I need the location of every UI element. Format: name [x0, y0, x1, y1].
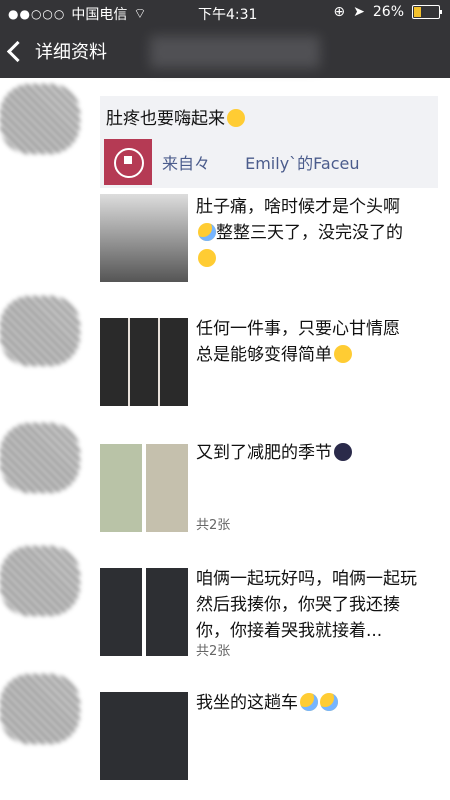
crying-emoji-icon	[198, 223, 216, 241]
battery-icon	[412, 5, 442, 19]
top-bar: ●●○○○ 中国电信 ⌔ 下午4:31 ⊕ ➤ 26% 详细资料	[0, 0, 450, 78]
signal-icon: ●●○○○	[8, 7, 66, 21]
laugh-emoji-icon	[227, 109, 245, 127]
battery-label: 26%	[372, 4, 404, 20]
status-bar: ●●○○○ 中国电信 ⌔ 下午4:31 ⊕ ➤ 26%	[0, 0, 450, 26]
disappointed-emoji-icon	[198, 249, 216, 267]
video-icon	[114, 148, 144, 178]
post-text: 又到了减肥的季节	[196, 440, 428, 466]
post-image[interactable]	[100, 194, 188, 282]
post-text: 任何一件事，只要心甘情愿 总是能够变得简单	[196, 319, 400, 365]
nav-bar: 详细资料	[0, 26, 450, 78]
new-moon-emoji-icon	[334, 443, 352, 461]
image-count: 共2张	[196, 644, 231, 659]
redacted-date	[0, 84, 80, 154]
post-image[interactable]	[100, 444, 142, 532]
redacted-date	[0, 546, 80, 616]
chevron-left-icon	[6, 40, 29, 62]
redacted-date	[0, 423, 80, 493]
post-image[interactable]	[100, 568, 142, 656]
share-source[interactable]: 来自々 Emily`的Faceu	[100, 136, 438, 188]
post-image-grid[interactable]	[100, 318, 188, 406]
redacted-date	[0, 674, 80, 744]
redacted-name	[150, 36, 320, 68]
crying-emoji-icon	[320, 693, 338, 711]
status-time: 下午4:31	[198, 7, 258, 23]
post-text: 我坐的这趟车	[196, 690, 428, 716]
image-count: 共2张	[196, 518, 231, 533]
post-image[interactable]	[100, 692, 188, 780]
back-label: 详细资料	[35, 42, 107, 63]
post-text: 咱俩一起玩好吗，咱俩一起玩然后我揍你，你哭了我还揍你，你接着哭我就接着...	[196, 569, 417, 641]
orientation-lock-icon: ⊕	[333, 4, 346, 20]
post-text: 肚子痛，啥时候才是个头啊 整整三天了，没完没了的	[196, 194, 428, 272]
post-image[interactable]	[146, 568, 188, 656]
smile-emoji-icon	[334, 345, 352, 363]
share-source-label: 来自々	[162, 154, 211, 173]
moments-feed: 肚疼也要嗨起来 来自々 Emily`的Faceu 肚子痛，啥时候才是个头啊 整整…	[0, 78, 450, 800]
post-image[interactable]	[146, 444, 188, 532]
back-button[interactable]: 详细资料	[6, 38, 107, 64]
crying-emoji-icon	[300, 693, 318, 711]
post-text: 肚疼也要嗨起来	[106, 104, 245, 129]
redacted-date	[0, 296, 80, 366]
shared-card[interactable]: 肚疼也要嗨起来 来自々 Emily`的Faceu	[100, 96, 438, 188]
carrier-label: 中国电信	[71, 7, 128, 23]
location-icon: ➤	[353, 4, 365, 20]
wifi-icon: ⌔	[133, 6, 147, 22]
share-source-name: Emily`的Faceu	[245, 154, 360, 173]
